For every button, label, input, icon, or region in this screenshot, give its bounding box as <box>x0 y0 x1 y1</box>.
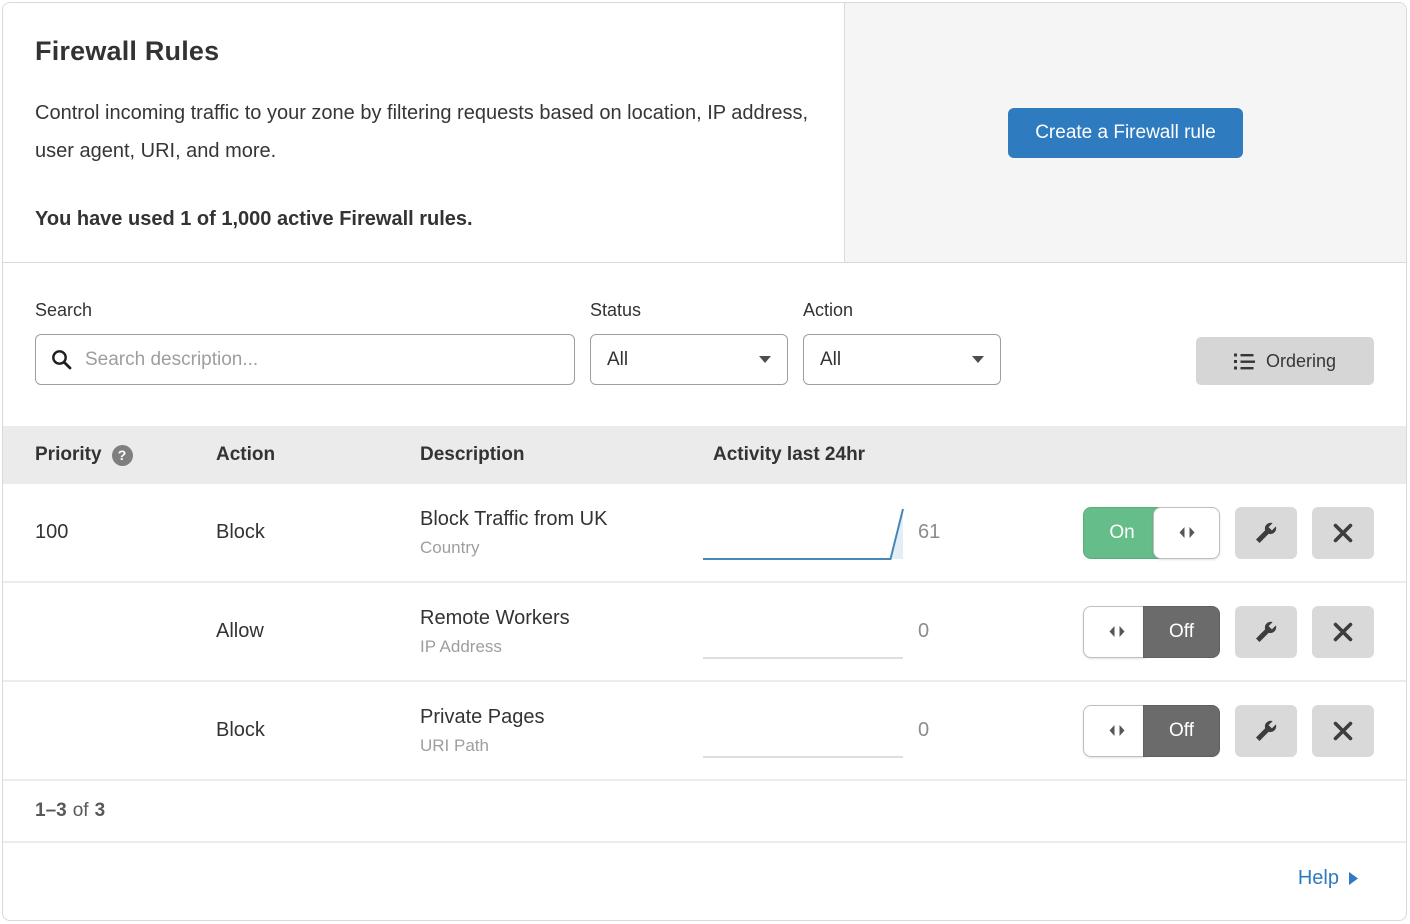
wrench-icon <box>1254 620 1278 644</box>
table-row: Block Private Pages URI Path 0 Off <box>3 682 1406 781</box>
arrow-right-icon <box>1348 871 1359 886</box>
rule-controls: Off <box>1013 606 1374 658</box>
rule-description-title: Private Pages <box>420 706 703 729</box>
ordering-button[interactable]: Ordering <box>1196 337 1374 385</box>
rule-description: Private Pages URI Path <box>420 706 703 756</box>
help-link[interactable]: Help <box>1298 867 1359 890</box>
activity-sparkline <box>703 604 918 662</box>
pagination-bar: 1–3 of 3 <box>3 781 1406 841</box>
action-select[interactable]: All <box>803 334 1001 385</box>
status-label: Status <box>590 300 788 321</box>
toggle-knob <box>1153 507 1220 559</box>
search-icon <box>50 348 74 372</box>
priority-help-icon[interactable]: ? <box>112 445 133 466</box>
search-filter: Search <box>35 300 575 385</box>
page-header: Firewall Rules Control incoming traffic … <box>3 3 1406 263</box>
ordering-list-icon <box>1234 353 1255 370</box>
left-right-arrows-icon <box>1108 625 1126 638</box>
table-row: Allow Remote Workers IP Address 0 Off <box>3 583 1406 682</box>
rule-action: Block <box>216 719 420 742</box>
wrench-icon <box>1254 521 1278 545</box>
toggle-state-label: Off <box>1143 705 1220 757</box>
search-box <box>35 334 575 385</box>
help-link-label: Help <box>1298 867 1339 890</box>
ordering-button-label: Ordering <box>1266 351 1336 372</box>
rule-type: URI Path <box>420 736 703 756</box>
action-filter: Action All <box>803 300 1001 385</box>
search-input[interactable] <box>35 334 575 385</box>
column-priority-label: Priority <box>35 444 102 466</box>
status-filter: Status All <box>590 300 788 385</box>
pagination-range: 1–3 <box>35 800 67 822</box>
activity-sparkline <box>703 505 918 563</box>
rule-description-title: Block Traffic from UK <box>420 508 703 531</box>
rule-controls: Off <box>1013 705 1374 757</box>
activity-count: 61 <box>918 521 1013 544</box>
close-icon <box>1333 622 1353 642</box>
left-right-arrows-icon <box>1178 526 1196 539</box>
column-priority: Priority ? <box>35 444 216 466</box>
toggle-state-label: On <box>1083 507 1161 559</box>
delete-rule-button[interactable] <box>1312 705 1374 757</box>
page-header-text: Firewall Rules Control incoming traffic … <box>3 3 845 262</box>
rule-type: Country <box>420 538 703 558</box>
close-icon <box>1333 721 1353 741</box>
help-bar: Help <box>3 841 1406 913</box>
activity-sparkline <box>703 703 918 761</box>
rule-action: Block <box>216 521 420 544</box>
status-select-value: All <box>607 349 628 371</box>
status-select[interactable]: All <box>590 334 788 385</box>
create-firewall-rule-button[interactable]: Create a Firewall rule <box>1008 108 1243 158</box>
edit-rule-button[interactable] <box>1235 606 1297 658</box>
page-title: Firewall Rules <box>35 36 812 67</box>
pagination-of: of <box>73 800 89 822</box>
column-description: Description <box>420 444 713 466</box>
action-label: Action <box>803 300 1001 321</box>
rule-description: Remote Workers IP Address <box>420 607 703 657</box>
toggle-knob <box>1083 606 1150 658</box>
activity-count: 0 <box>918 719 1013 742</box>
toggle-knob <box>1083 705 1150 757</box>
left-right-arrows-icon <box>1108 724 1126 737</box>
rule-priority: 100 <box>35 521 216 544</box>
rule-controls: On <box>1013 507 1374 559</box>
rule-enabled-toggle[interactable]: On <box>1083 507 1220 559</box>
filter-bar: Search Status All Action All <box>3 263 1406 426</box>
rule-action: Allow <box>216 620 420 643</box>
delete-rule-button[interactable] <box>1312 507 1374 559</box>
firewall-rules-card: Firewall Rules Control incoming traffic … <box>2 2 1407 921</box>
chevron-down-icon <box>971 355 985 364</box>
wrench-icon <box>1254 719 1278 743</box>
toggle-state-label: Off <box>1143 606 1220 658</box>
close-icon <box>1333 523 1353 543</box>
table-header: Priority ? Action Description Activity l… <box>3 426 1406 484</box>
rule-description: Block Traffic from UK Country <box>420 508 703 558</box>
column-activity: Activity last 24hr <box>713 444 1374 466</box>
column-action: Action <box>216 444 420 466</box>
delete-rule-button[interactable] <box>1312 606 1374 658</box>
rule-type: IP Address <box>420 637 703 657</box>
page-description: Control incoming traffic to your zone by… <box>35 94 810 170</box>
pagination-total: 3 <box>95 800 106 822</box>
edit-rule-button[interactable] <box>1235 507 1297 559</box>
activity-count: 0 <box>918 620 1013 643</box>
page-header-action-panel: Create a Firewall rule <box>845 3 1406 262</box>
rule-description-title: Remote Workers <box>420 607 703 630</box>
action-select-value: All <box>820 349 841 371</box>
table-row: 100 Block Block Traffic from UK Country … <box>3 484 1406 583</box>
search-label: Search <box>35 300 575 321</box>
chevron-down-icon <box>758 355 772 364</box>
edit-rule-button[interactable] <box>1235 705 1297 757</box>
rule-enabled-toggle[interactable]: Off <box>1083 606 1220 658</box>
rule-enabled-toggle[interactable]: Off <box>1083 705 1220 757</box>
usage-note: You have used 1 of 1,000 active Firewall… <box>35 208 812 231</box>
